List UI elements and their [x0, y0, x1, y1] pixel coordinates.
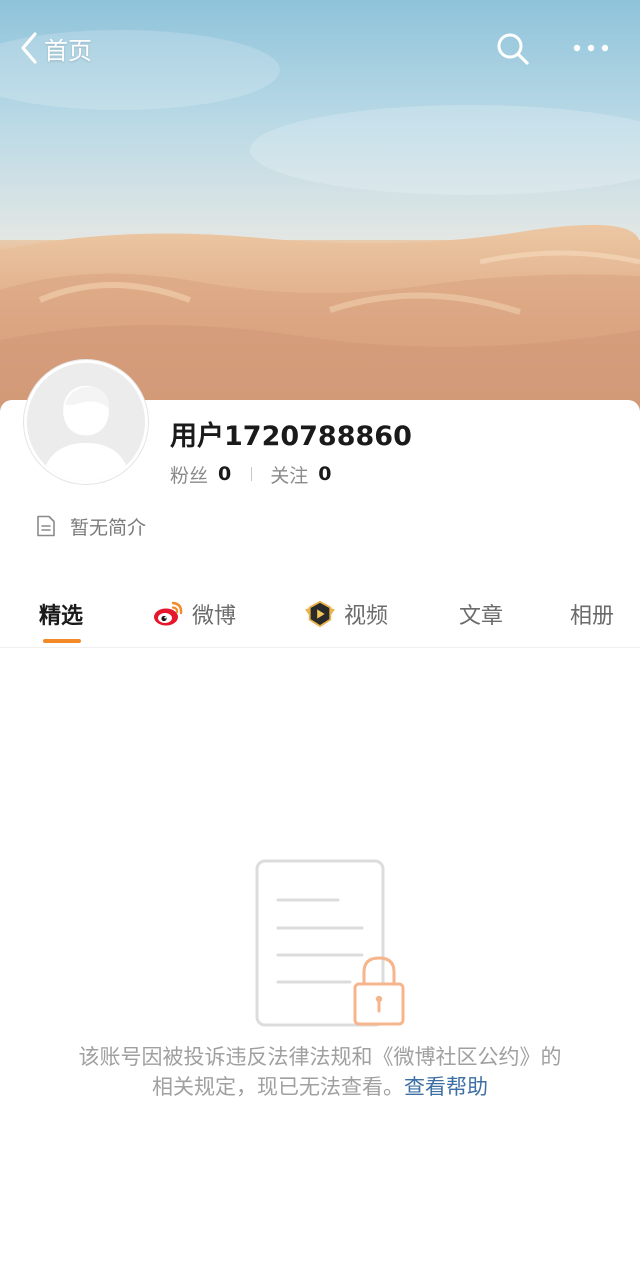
more-options-icon[interactable] [570, 34, 612, 62]
tab-articles[interactable]: 文章 [459, 584, 503, 644]
profile-tabs: 精选 微博 视频 文章 相册 [0, 584, 640, 648]
chevron-left-icon [21, 32, 37, 64]
default-avatar-icon [27, 363, 145, 481]
weibo-logo-icon [154, 601, 183, 626]
document-icon [37, 515, 55, 537]
video-badge-icon [305, 600, 335, 628]
tab-label: 视频 [344, 604, 389, 629]
locked-document-icon [255, 859, 405, 1027]
fans-count: 0 [218, 463, 232, 485]
back-label: 首页 [44, 36, 92, 65]
tab-album[interactable]: 相册 [570, 584, 614, 644]
top-nav-bar: 首页 [0, 0, 640, 96]
tab-label: 精选 [39, 604, 84, 629]
username: 用户1720788860 [170, 421, 412, 452]
fans-stat[interactable]: 粉丝 0 [170, 461, 231, 488]
tab-label: 微博 [192, 604, 237, 629]
profile-stats: 粉丝 0 关注 0 [170, 460, 332, 488]
stats-divider [251, 467, 253, 481]
suspension-notice: 该账号因被投诉违反法律法规和《微博社区公约》的相关规定，现已无法查看。查看帮助 [70, 1042, 570, 1102]
avatar[interactable] [24, 360, 148, 484]
tab-featured[interactable]: 精选 [39, 584, 83, 644]
active-tab-indicator [43, 639, 81, 643]
tab-label: 相册 [570, 604, 615, 629]
fans-label: 粉丝 [170, 464, 209, 487]
help-link[interactable]: 查看帮助 [404, 1075, 488, 1099]
tab-label: 文章 [459, 604, 504, 629]
notice-text: 该账号因被投诉违反法律法规和《微博社区公约》的相关规定，现已无法查看。 [78, 1045, 562, 1099]
tab-weibo[interactable]: 微博 [152, 584, 236, 644]
bio-text: 暂无简介 [70, 516, 147, 539]
following-count: 0 [318, 463, 332, 485]
following-label: 关注 [270, 464, 309, 487]
back-button[interactable]: 首页 [18, 28, 92, 68]
search-icon[interactable] [494, 30, 532, 68]
tab-video[interactable]: 视频 [304, 584, 388, 644]
following-stat[interactable]: 关注 0 [270, 461, 331, 488]
bio-row: 暂无简介 [36, 512, 146, 540]
